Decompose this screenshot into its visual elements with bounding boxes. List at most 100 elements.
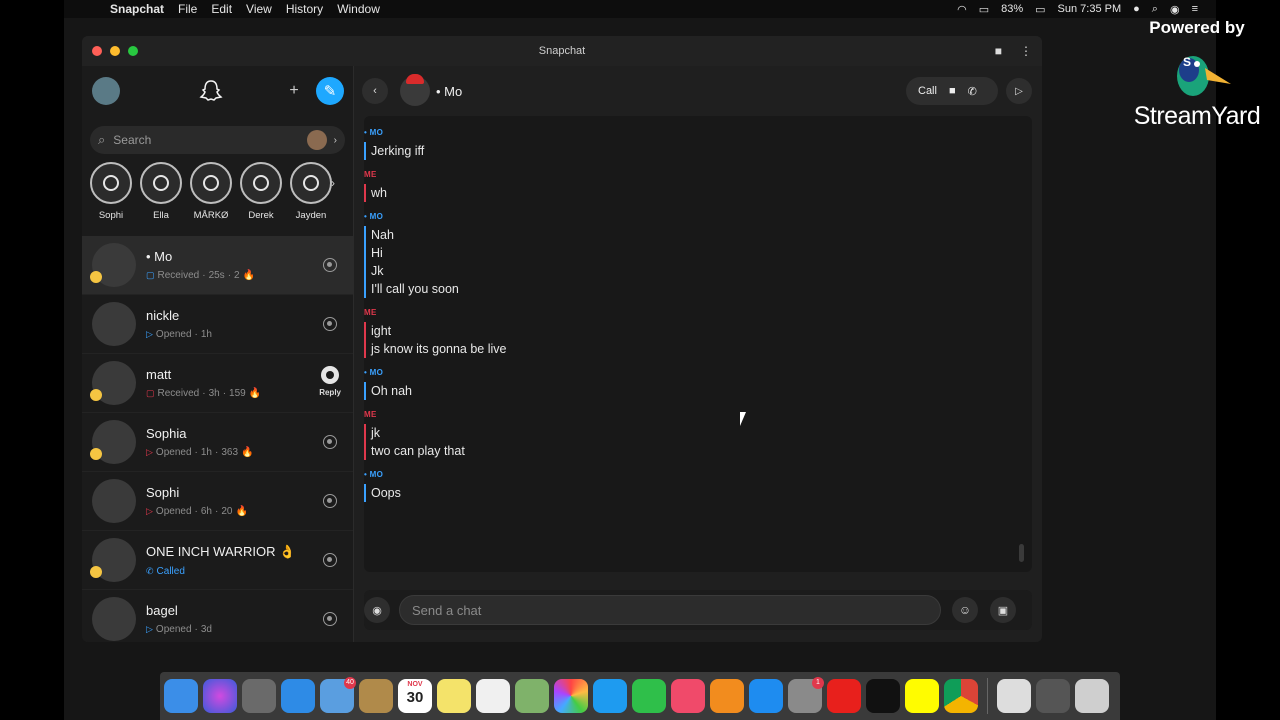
window-titlebar[interactable]: Snapchat ■ ⋮ <box>82 36 1042 66</box>
streamyard-badge: Powered by S StreamYard <box>1122 18 1272 131</box>
message-text[interactable]: two can play that <box>371 442 1032 460</box>
message-text[interactable]: Jerking iff <box>371 142 1032 160</box>
add-friend-button[interactable]: + <box>282 79 306 103</box>
airplay-icon[interactable]: ▭ <box>979 3 989 16</box>
books-icon[interactable] <box>710 679 744 713</box>
chrome-icon[interactable] <box>944 679 978 713</box>
downloads-stack-icon[interactable] <box>1036 679 1070 713</box>
safari-icon[interactable] <box>281 679 315 713</box>
message-text[interactable]: I'll call you soon <box>371 280 1032 298</box>
emoji-button[interactable]: ☺ <box>952 597 978 623</box>
snapchat-ghost-icon[interactable] <box>198 78 224 104</box>
message-list[interactable]: • MO Jerking iff ME wh • MO Nah Hi Jk I'… <box>364 116 1032 572</box>
camera-icon[interactable] <box>323 553 337 567</box>
calendar-icon[interactable]: NOV 30 <box>398 679 432 713</box>
menu-history[interactable]: History <box>286 2 323 16</box>
menu-app-name[interactable]: Snapchat <box>110 2 164 16</box>
menu-view[interactable]: View <box>246 2 272 16</box>
trash-icon[interactable] <box>1075 679 1109 713</box>
reply-button[interactable]: Reply <box>319 366 341 397</box>
spotlight-icon[interactable]: ⌕ <box>1152 3 1158 16</box>
contacts-icon[interactable] <box>359 679 393 713</box>
photos-icon[interactable] <box>554 679 588 713</box>
story-item[interactable]: Derek <box>240 162 282 221</box>
system-preferences-icon[interactable]: 1 <box>788 677 824 713</box>
message-text[interactable]: Oh nah <box>371 382 1032 400</box>
music-icon[interactable] <box>671 679 705 713</box>
conversation-item[interactable]: ONE INCH WARRIOR 👌 ✆ Called <box>82 531 353 590</box>
user-icon[interactable]: ● <box>1133 3 1140 15</box>
conversation-item[interactable]: • Mo ▢ Received · 25s · 2 🔥 <box>82 236 353 295</box>
messages-icon[interactable] <box>593 679 627 713</box>
search-bar[interactable]: ⌕ Search › <box>90 126 345 154</box>
story-item[interactable]: Ella <box>140 162 182 221</box>
notification-center-icon[interactable]: ≡ <box>1192 3 1198 15</box>
message-sender: • MO <box>364 212 384 221</box>
more-options-icon[interactable]: ⋮ <box>1020 44 1032 58</box>
message-text[interactable]: ight <box>371 322 1032 340</box>
message-text[interactable]: wh <box>371 184 1032 202</box>
menu-edit[interactable]: Edit <box>211 2 232 16</box>
story-item[interactable]: Sophi <box>90 162 132 221</box>
siri-icon[interactable] <box>203 679 237 713</box>
phone-icon[interactable]: ✆ <box>968 85 977 98</box>
video-call-icon[interactable]: ■ <box>949 85 956 97</box>
message-text[interactable]: Nah <box>371 226 1032 244</box>
message-text[interactable]: Oops <box>371 484 1032 502</box>
video-icon[interactable]: ■ <box>995 44 1002 58</box>
menu-clock[interactable]: Sun 7:35 PM <box>1058 3 1122 15</box>
back-button[interactable]: ‹ <box>362 78 388 104</box>
siri-icon[interactable]: ◉ <box>1170 3 1180 16</box>
call-label[interactable]: Call <box>918 85 937 97</box>
scrollbar[interactable] <box>1019 544 1024 562</box>
app-store-icon[interactable] <box>749 679 783 713</box>
story-item[interactable]: Jayden <box>290 162 332 221</box>
bitmoji-avatar[interactable] <box>307 130 327 150</box>
contact-avatar[interactable] <box>400 74 430 106</box>
conversation-item[interactable]: bagel ▷ Opened · 3d <box>82 590 353 642</box>
youtube-icon[interactable] <box>827 679 861 713</box>
camera-icon[interactable] <box>323 612 337 626</box>
maps-icon[interactable] <box>515 679 549 713</box>
facetime-icon[interactable] <box>632 679 666 713</box>
conversation-item[interactable]: Sophia ▷ Opened · 1h · 363 🔥 <box>82 413 353 472</box>
message-text[interactable]: js know its gonna be live <box>371 340 1032 358</box>
conversation-status: Received <box>157 388 200 399</box>
chevron-right-icon[interactable]: › <box>334 135 337 146</box>
camera-icon[interactable] <box>323 494 337 508</box>
camera-button[interactable]: ◉ <box>364 597 390 623</box>
recent-file-icon[interactable] <box>997 679 1031 713</box>
menu-window[interactable]: Window <box>337 2 380 16</box>
menu-file[interactable]: File <box>178 2 197 16</box>
launchpad-icon[interactable] <box>242 679 276 713</box>
camera-icon[interactable] <box>323 317 337 331</box>
new-chat-button[interactable]: ✎ <box>316 77 344 105</box>
contact-name[interactable]: • Mo <box>436 84 462 99</box>
conversation-item[interactable]: nickle ▷ Opened · 1h <box>82 295 353 354</box>
message-text[interactable]: Jk <box>371 262 1032 280</box>
conversation-item[interactable]: matt ▢ Received · 3h · 159 🔥 Reply <box>82 354 353 413</box>
sticker-button[interactable]: ▣ <box>990 597 1016 623</box>
stories-next-icon[interactable]: › <box>331 176 335 190</box>
camera-icon[interactable] <box>323 258 337 272</box>
profile-avatar[interactable] <box>92 77 120 105</box>
snapchat-icon[interactable] <box>905 679 939 713</box>
wifi-icon[interactable]: ◠ <box>957 3 967 16</box>
story-item[interactable]: MÅRKØ <box>190 162 232 221</box>
message-group: • MO Jerking iff <box>364 128 1032 160</box>
message-text[interactable]: jk <box>371 424 1032 442</box>
message-text[interactable]: Hi <box>371 244 1032 262</box>
search-placeholder[interactable]: Search <box>113 133 151 147</box>
dock-separator <box>987 678 988 714</box>
camera-icon[interactable] <box>323 435 337 449</box>
mail-icon[interactable]: 40 <box>320 677 356 713</box>
notes-icon[interactable] <box>437 679 471 713</box>
reminders-icon[interactable] <box>476 679 510 713</box>
chat-input[interactable]: Send a chat <box>399 595 941 625</box>
tiktok-icon[interactable] <box>866 679 900 713</box>
play-icon[interactable]: ▷ <box>1006 78 1032 104</box>
conversation-item[interactable]: Sophi ▷ Opened · 6h · 20 🔥 <box>82 472 353 531</box>
powered-by-text: Powered by <box>1149 18 1245 37</box>
finder-icon[interactable] <box>164 679 198 713</box>
battery-icon[interactable]: ▭ <box>1035 3 1045 16</box>
